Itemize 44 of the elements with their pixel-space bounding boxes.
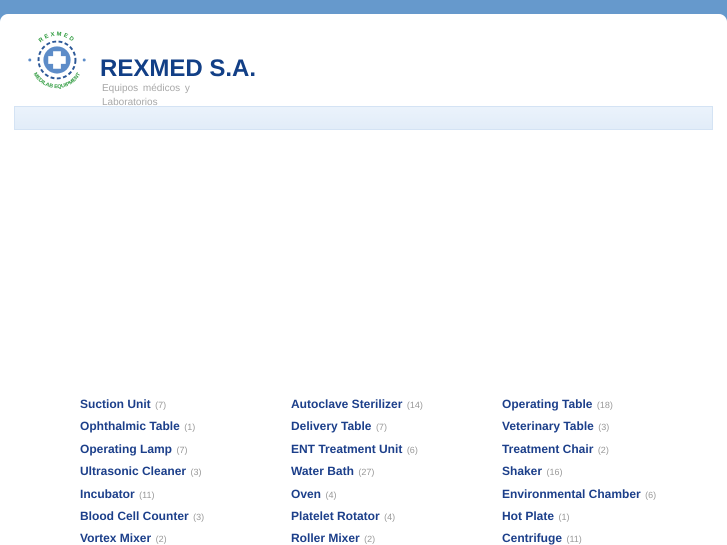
item-count: (2) — [364, 534, 376, 544]
category-link[interactable]: Autoclave Sterilizer — [291, 397, 402, 411]
site-title: REXMED S.A. — [100, 55, 256, 82]
category-link[interactable]: Environmental Chamber — [502, 486, 641, 501]
item-count: (11) — [566, 534, 582, 544]
item-count: (3) — [190, 467, 202, 478]
category-link[interactable]: Treatment Chair — [502, 442, 594, 456]
category-link[interactable]: Shaker — [502, 464, 542, 478]
category-link[interactable]: Ultrasonic Cleaner — [80, 464, 186, 478]
category-link[interactable]: Veterinary Table — [502, 419, 594, 434]
category-link[interactable]: Delivery Table — [291, 419, 372, 434]
item-count: (7) — [176, 444, 188, 455]
item-count: (2) — [598, 444, 609, 455]
item-count: (1) — [558, 512, 570, 522]
item-count: (1) — [184, 422, 196, 432]
item-count: (11) — [139, 490, 154, 500]
category-link[interactable]: Suction Unit — [80, 397, 151, 411]
item-count: (27) — [358, 467, 374, 478]
category-link[interactable]: Roller Mixer — [291, 531, 360, 545]
item-count: (6) — [406, 444, 418, 455]
category-link[interactable]: Oven — [291, 486, 322, 501]
category-link[interactable]: Platelet Rotator — [291, 508, 380, 523]
category-link[interactable]: Hot Plate — [502, 508, 554, 523]
category-link[interactable]: Vortex Mixer — [80, 531, 152, 545]
category-link[interactable]: Operating Table — [502, 397, 592, 411]
category-link[interactable]: Water Bath — [291, 464, 354, 478]
item-count: (7) — [376, 422, 387, 432]
category-link[interactable]: Centrifuge — [502, 531, 562, 545]
item-count: (16) — [546, 467, 562, 478]
item-count: (2) — [156, 534, 167, 544]
item-count: (4) — [325, 490, 336, 500]
category-link[interactable]: Operating Lamp — [80, 442, 172, 456]
item-count: (6) — [645, 490, 656, 500]
category-link[interactable]: Blood Cell Counter — [80, 508, 189, 523]
item-count: (3) — [193, 512, 204, 522]
item-count: (3) — [598, 422, 610, 432]
item-count: (14) — [406, 400, 423, 410]
category-link[interactable]: Incubator — [80, 486, 135, 501]
site-subtitle: Equipos médicos y Laboratorios — [102, 82, 191, 110]
item-count: (18) — [596, 400, 613, 410]
item-count: (4) — [384, 512, 396, 522]
category-link[interactable]: Ophthalmic Table — [80, 419, 180, 434]
item-count: (7) — [155, 400, 166, 410]
category-link[interactable]: ENT Treatment Unit — [291, 442, 402, 456]
